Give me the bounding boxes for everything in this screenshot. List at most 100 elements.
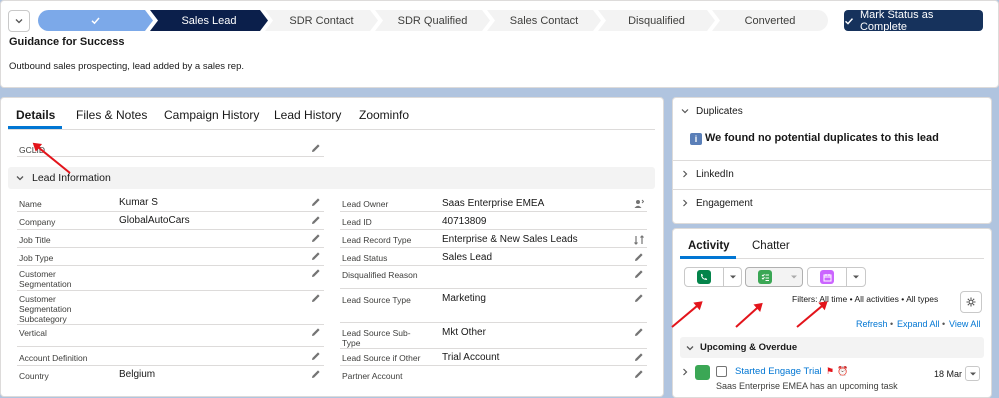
field-value-lead-source-sub-type: Mkt Other	[442, 327, 486, 338]
field-label-job-type: Job Type	[19, 253, 54, 263]
dropdown-caret-icon[interactable]	[790, 273, 798, 281]
upcoming-overdue-header[interactable]: Upcoming & Overdue	[680, 337, 984, 358]
edit-pencil-icon[interactable]	[311, 233, 321, 243]
task-icon	[695, 365, 710, 380]
field-label-name: Name	[19, 199, 42, 209]
path-stage-sales-lead[interactable]: Sales Lead	[150, 10, 268, 31]
section-lead-information[interactable]: Lead Information	[8, 167, 655, 189]
edit-pencil-icon[interactable]	[311, 215, 321, 225]
tab-files-notes[interactable]: Files & Notes	[76, 108, 147, 122]
divider	[17, 211, 324, 212]
refresh-link[interactable]: Refresh	[856, 319, 888, 329]
divider	[672, 189, 992, 190]
edit-pencil-icon[interactable]	[311, 143, 321, 153]
task-complete-checkbox[interactable]	[716, 366, 727, 377]
edit-pencil-icon[interactable]	[311, 197, 321, 207]
activity-filters: Filters: All time • All activities • All…	[792, 294, 939, 304]
divider	[340, 229, 647, 230]
info-icon: i	[690, 133, 702, 145]
path-stage-disqualified[interactable]: Disqualified	[598, 10, 715, 31]
field-value-lead-record-type: Enterprise & New Sales Leads	[442, 234, 578, 245]
tab-chatter[interactable]: Chatter	[752, 240, 790, 252]
field-label-lead-source-if-other: Lead Source if Other	[342, 353, 421, 363]
path-stage-converted[interactable]: Converted	[712, 10, 828, 31]
divider	[340, 265, 647, 266]
chevron-down-icon[interactable]	[681, 107, 689, 115]
activity-item-subtitle: Saas Enterprise EMEA has an upcoming tas…	[716, 381, 898, 391]
tab-activity[interactable]: Activity	[688, 240, 730, 252]
change-owner-icon[interactable]	[634, 199, 644, 209]
edit-pencil-icon[interactable]	[311, 293, 321, 303]
edit-pencil-icon[interactable]	[634, 252, 644, 262]
tab-zoominfo[interactable]: Zoominfo	[359, 108, 409, 122]
edit-pencil-icon[interactable]	[634, 369, 644, 379]
change-record-type-icon[interactable]	[634, 235, 644, 245]
tab-details[interactable]: Details	[16, 108, 55, 122]
linkedin-section[interactable]: LinkedIn	[696, 169, 734, 180]
divider	[723, 267, 724, 287]
chevron-right-icon[interactable]	[681, 170, 689, 178]
task-icon[interactable]	[758, 270, 772, 284]
field-value-lead-id: 40713809	[442, 216, 487, 227]
field-value-lead-status: Sales Lead	[442, 252, 493, 263]
phone-icon[interactable]	[697, 270, 711, 284]
field-label-lead-record-type: Lead Record Type	[342, 235, 412, 245]
activity-item-menu-button[interactable]	[965, 366, 980, 381]
edit-pencil-icon[interactable]	[634, 293, 644, 303]
chevron-right-icon[interactable]	[681, 199, 689, 207]
filter-settings-button[interactable]	[960, 291, 982, 313]
view-all-link[interactable]: View All	[949, 319, 980, 329]
path-toggle-button[interactable]	[8, 10, 30, 32]
field-label-vertical: Vertical	[19, 328, 47, 338]
edit-pencil-icon[interactable]	[311, 251, 321, 261]
chevron-down-icon	[15, 19, 23, 24]
field-label-customer-segmentation-subcategory: Customer Segmentation Subcategory	[19, 294, 72, 324]
record-tabs: Details Files & Notes Campaign History L…	[8, 104, 655, 130]
engagement-section[interactable]: Engagement	[696, 198, 753, 209]
active-tab-indicator	[8, 126, 62, 129]
section-title: Lead Information	[32, 172, 111, 184]
calendar-icon[interactable]	[820, 270, 834, 284]
dropdown-caret-icon	[969, 372, 976, 375]
expand-all-link[interactable]: Expand All	[897, 319, 940, 329]
divider	[17, 265, 324, 266]
tab-lead-history[interactable]: Lead History	[274, 108, 341, 122]
chevron-down-icon	[686, 345, 694, 350]
divider	[17, 229, 324, 230]
path-stage-complete[interactable]	[38, 10, 153, 31]
edit-pencil-icon[interactable]	[634, 327, 644, 337]
field-value-lead-source-if-other: Trial Account	[442, 352, 500, 363]
dropdown-caret-icon[interactable]	[852, 273, 860, 281]
path-stage-sdr-contact[interactable]: SDR Contact	[265, 10, 378, 31]
log-call-button-group	[684, 267, 742, 287]
tab-campaign-history[interactable]: Campaign History	[164, 108, 259, 122]
edit-pencil-icon[interactable]	[311, 268, 321, 278]
field-value-lead-owner[interactable]: Saas Enterprise EMEA	[442, 198, 544, 209]
checkmark-icon	[90, 15, 101, 26]
divider	[340, 288, 647, 289]
chevron-right-icon[interactable]	[681, 368, 689, 376]
field-label-lead-source-type: Lead Source Type	[342, 295, 411, 305]
field-value-company: GlobalAutoCars	[119, 215, 190, 226]
edit-pencil-icon[interactable]	[311, 327, 321, 337]
field-label-country: Country	[19, 371, 49, 381]
mark-status-label: Mark Status as Complete	[859, 8, 934, 33]
active-tab-indicator	[680, 256, 736, 259]
duplicates-title[interactable]: Duplicates	[696, 106, 743, 117]
guidance-title: Guidance for Success	[9, 36, 125, 48]
field-label-disqualified-reason: Disqualified Reason	[342, 270, 418, 280]
field-label-lead-status: Lead Status	[342, 253, 388, 263]
activity-item-date: 18 Mar	[934, 369, 963, 379]
edit-pencil-icon[interactable]	[634, 269, 644, 279]
path-stage-sales-contact[interactable]: Sales Contact	[487, 10, 601, 31]
path-stage-sdr-qualified[interactable]: SDR Qualified	[375, 10, 490, 31]
field-label-customer-segmentation: Customer Segmentation	[19, 269, 72, 289]
new-event-button-group	[807, 267, 866, 287]
dropdown-caret-icon[interactable]	[729, 273, 737, 281]
edit-pencil-icon[interactable]	[311, 351, 321, 361]
field-label-job-title: Job Title	[19, 235, 51, 245]
edit-pencil-icon[interactable]	[311, 369, 321, 379]
mark-status-complete-button[interactable]: Mark Status as Complete	[844, 8, 983, 33]
edit-pencil-icon[interactable]	[634, 352, 644, 362]
activity-item-title[interactable]: Started Engage Trial	[735, 366, 822, 377]
